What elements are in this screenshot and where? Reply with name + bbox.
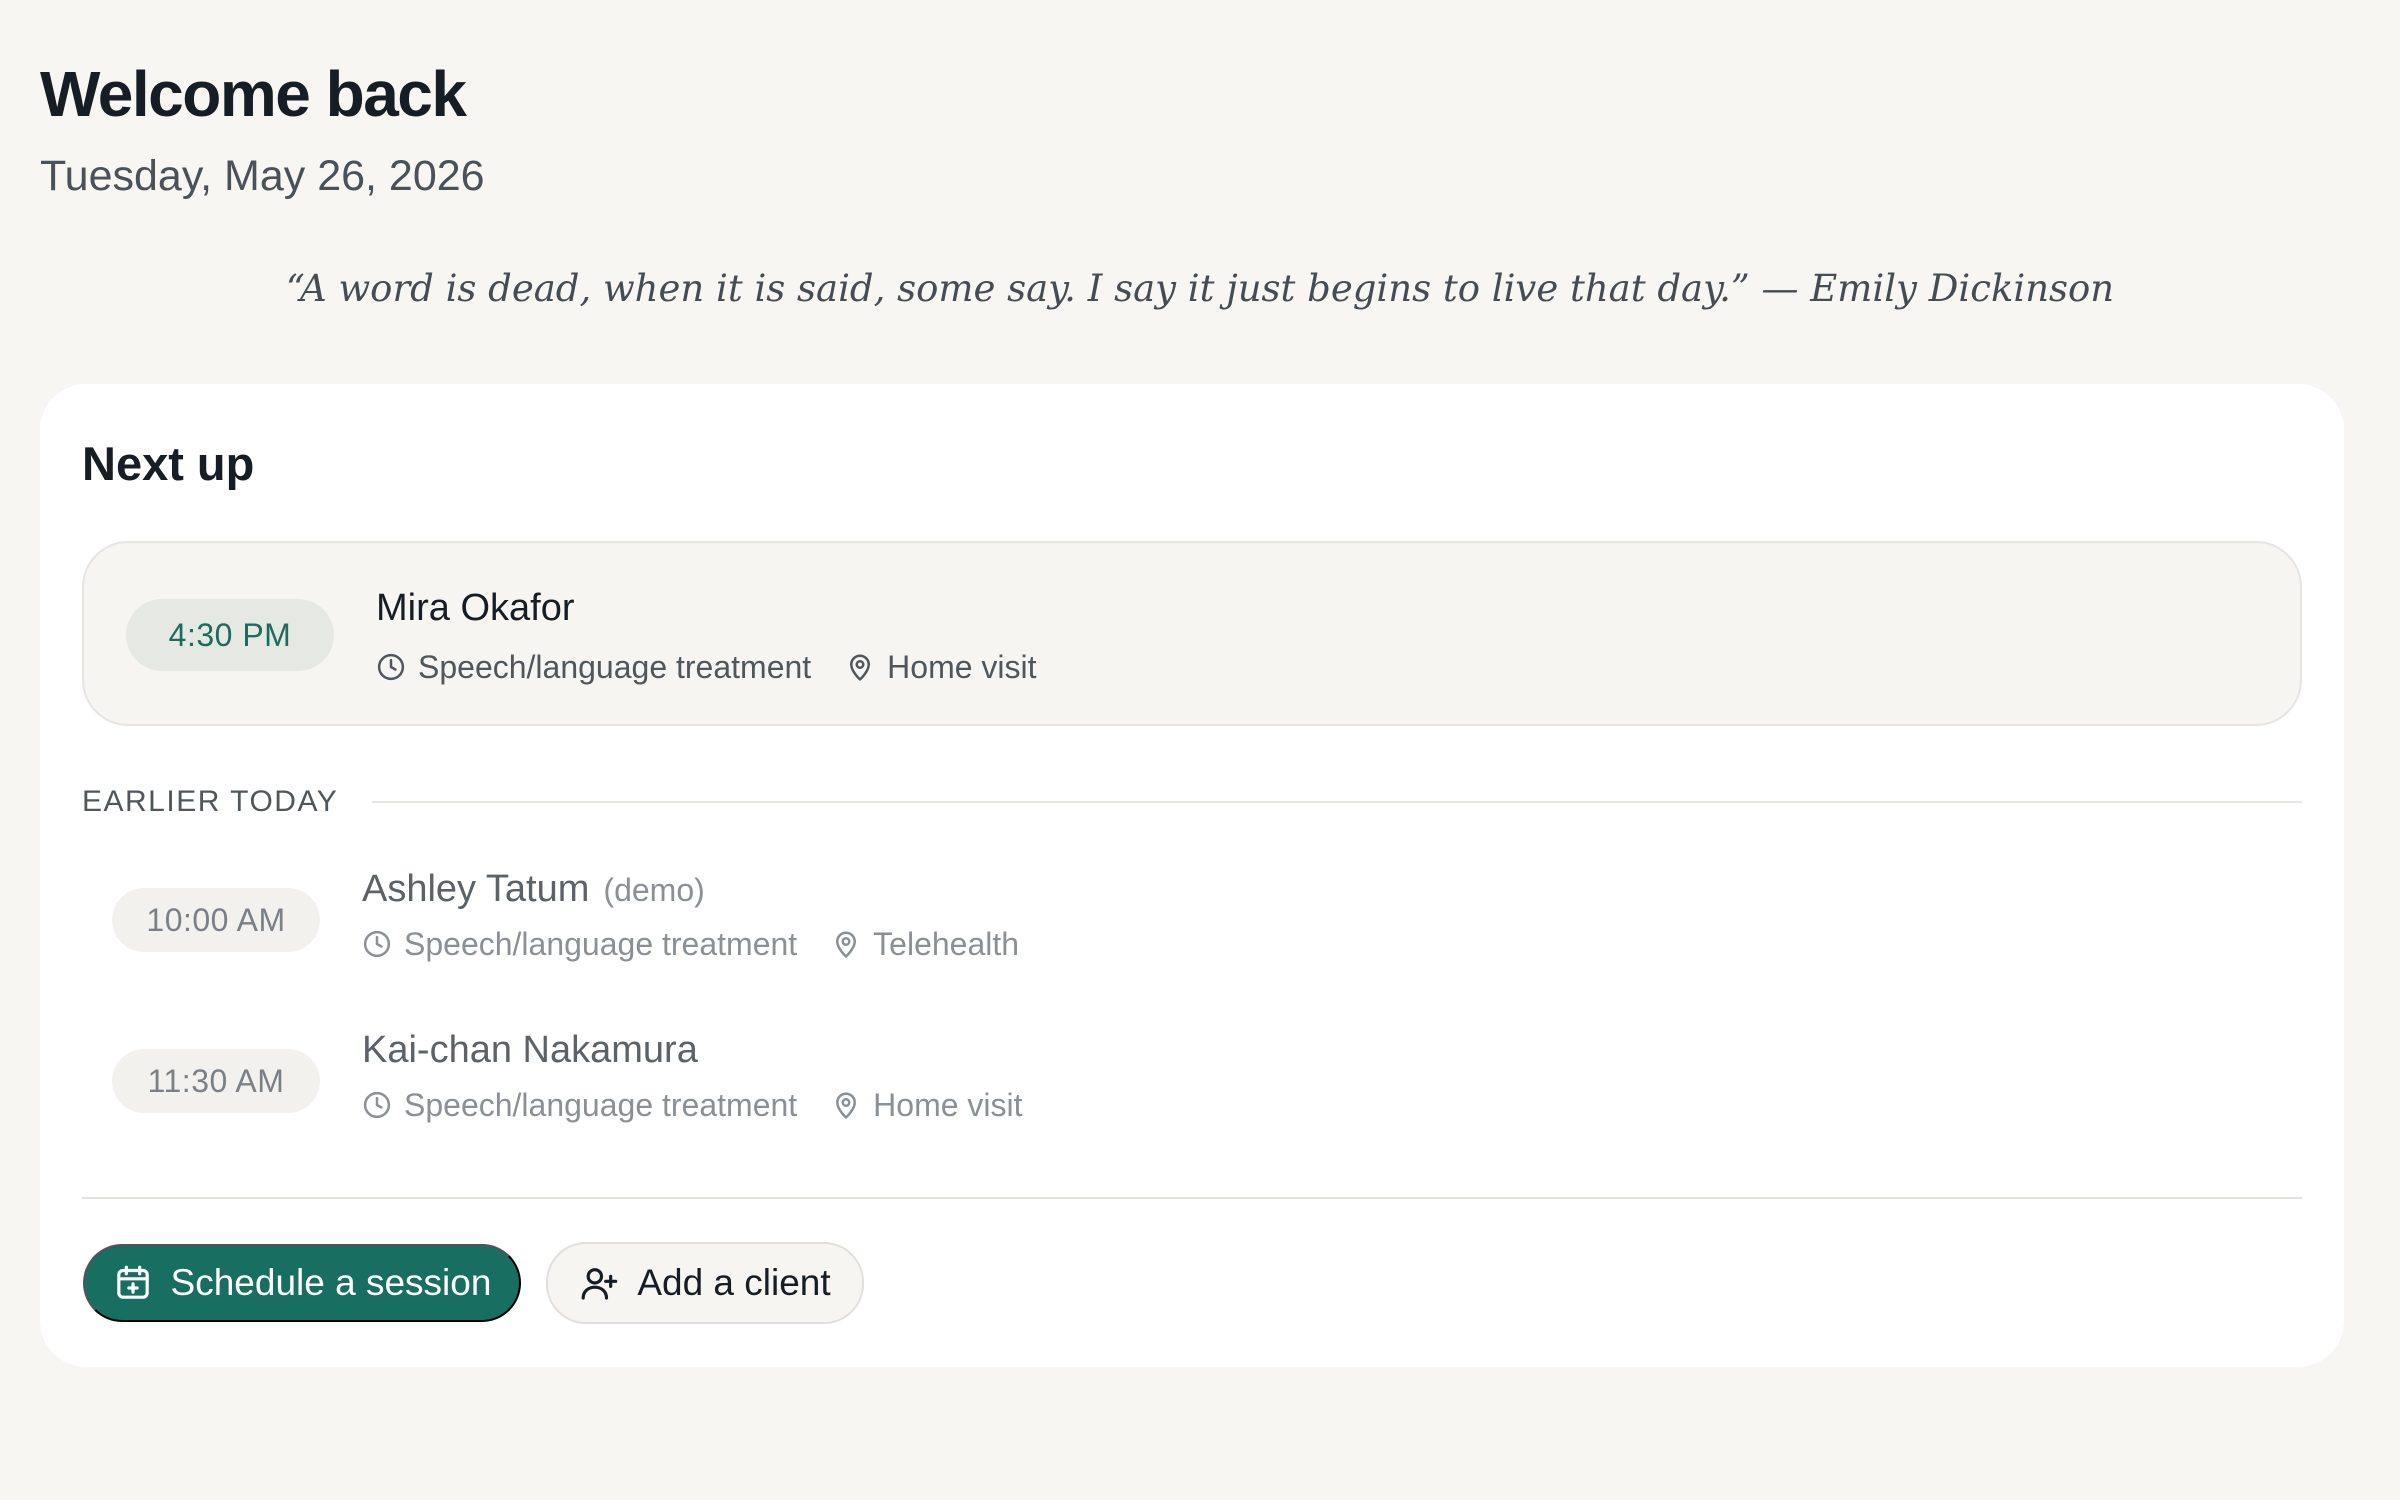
service-info: Speech/language treatment <box>362 1085 797 1125</box>
demo-tag: (demo) <box>603 872 705 908</box>
calendar-plus-icon <box>116 1265 149 1299</box>
card-title: Next up <box>82 437 255 490</box>
dashboard-page: Welcome back Tuesday, May 26, 2026 “A wo… <box>0 0 2400 1500</box>
daily-quote: “A word is dead, when it is said, some s… <box>285 267 2115 310</box>
client-name: Ashley Tatum (demo) <box>362 866 705 913</box>
clock-icon <box>363 930 391 958</box>
appointment-time: 11:30 AM <box>112 1049 320 1113</box>
map-pin-icon <box>836 931 857 958</box>
client-name-text: Ashley Tatum <box>362 868 590 910</box>
location-info: Home visit <box>831 1085 1023 1125</box>
page-title: Welcome back <box>40 58 467 130</box>
schedule-session-label: Schedule a session <box>170 1262 492 1303</box>
map-pin-icon <box>836 1092 857 1119</box>
section-divider <box>372 801 2302 803</box>
map-pin-icon <box>850 654 871 681</box>
section-label: EARLIER TODAY <box>82 785 339 818</box>
service-label: Speech/language treatment <box>404 926 798 962</box>
schedule-session-button[interactable]: Schedule a session <box>83 1244 521 1322</box>
appointment-meta: Speech/language treatment Home visit <box>376 647 1037 687</box>
earlier-appointment[interactable]: 10:00 AM Ashley Tatum (demo) Speech/langu… <box>82 866 2302 976</box>
service-label: Speech/language treatment <box>404 1087 798 1123</box>
actions-divider <box>82 1197 2302 1199</box>
client-name: Kai-chan Nakamura <box>362 1029 698 1071</box>
clock-icon <box>377 653 405 681</box>
add-client-button[interactable]: Add a client <box>546 1242 864 1324</box>
appointment-meta: Speech/language treatment Home visit <box>362 1085 1023 1125</box>
appointment-time: 4:30 PM <box>126 599 334 671</box>
current-date: Tuesday, May 26, 2026 <box>40 152 485 200</box>
service-info: Speech/language treatment <box>362 924 797 964</box>
service-info: Speech/language treatment <box>376 647 811 687</box>
client-name: Mira Okafor <box>376 587 575 629</box>
location-info: Home visit <box>845 647 1037 687</box>
location-label: Home visit <box>887 649 1037 685</box>
earlier-appointment[interactable]: 11:30 AM Kai-chan Nakamura Speech/langua… <box>82 1027 2302 1137</box>
service-label: Speech/language treatment <box>418 649 812 685</box>
location-label: Home visit <box>873 1087 1023 1123</box>
next-appointment[interactable]: 4:30 PM Mira Okafor Speech/language trea… <box>82 541 2302 726</box>
appointment-time: 10:00 AM <box>112 888 320 952</box>
appointment-meta: Speech/language treatment Telehealth <box>362 924 1019 964</box>
earlier-today-header: EARLIER TODAY <box>82 782 2302 822</box>
location-info: Telehealth <box>831 924 1019 964</box>
location-label: Telehealth <box>873 926 1020 962</box>
schedule-card: Next up 4:30 PM Mira Okafor Speech/langu… <box>40 384 2344 1367</box>
user-plus-icon <box>581 1268 618 1300</box>
add-client-label: Add a client <box>637 1262 831 1303</box>
clock-icon <box>363 1091 391 1119</box>
